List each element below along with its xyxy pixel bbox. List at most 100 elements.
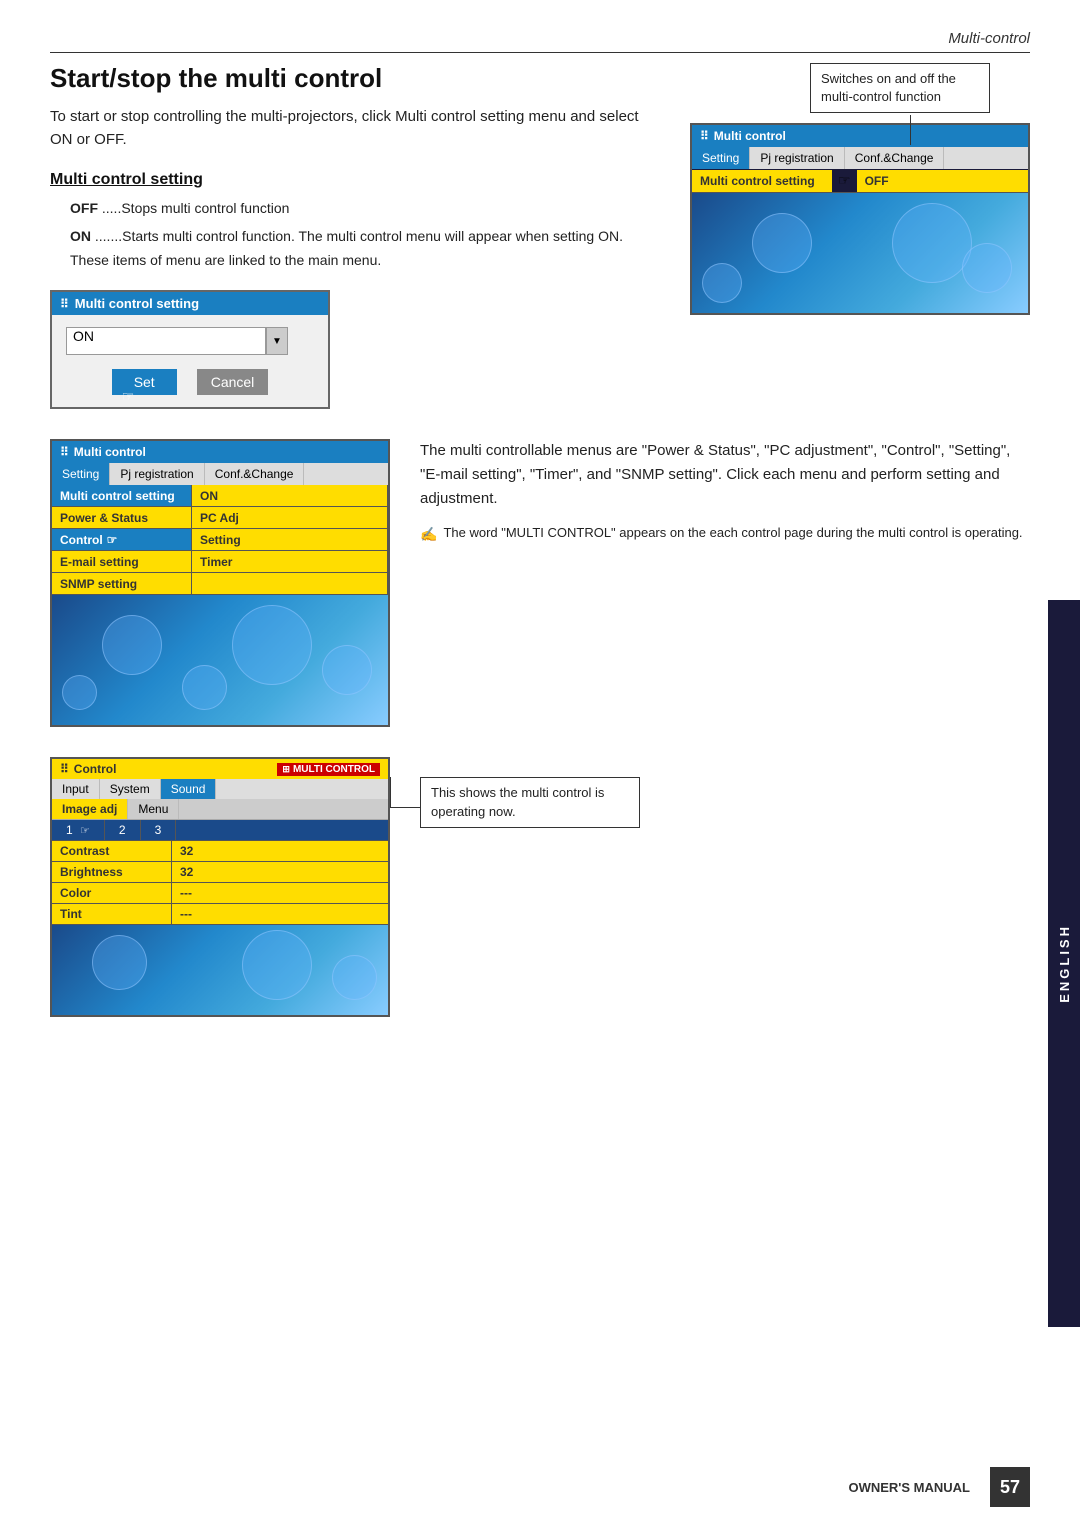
mc-full-title: ⠿ Multi control bbox=[52, 441, 388, 463]
page-number: 57 bbox=[990, 1467, 1030, 1507]
dialog-buttons: Set ☞ Cancel bbox=[66, 369, 314, 395]
mc-cell-label-2: Control ☞ bbox=[52, 529, 192, 551]
owners-manual-label: OWNER'S MANUAL bbox=[848, 1480, 970, 1495]
bubble4 bbox=[702, 263, 742, 303]
bubble1 bbox=[752, 213, 812, 273]
subsection-title: Multi control setting bbox=[50, 171, 660, 189]
dialog-icon: ⠿ bbox=[60, 297, 69, 311]
mc-row-setting: Multi control setting ☞ OFF bbox=[692, 169, 1028, 193]
callout-line bbox=[910, 115, 911, 145]
middle-right: The multi controllable menus are "Power … bbox=[420, 439, 1030, 727]
callout-h-line bbox=[390, 807, 420, 808]
page-header-title: Multi-control bbox=[948, 30, 1030, 47]
bottom-callout-box: This shows the multi control is operatin… bbox=[420, 777, 640, 827]
bottom-callout-area: This shows the multi control is operatin… bbox=[420, 777, 1030, 827]
ctrl-data-row-2: Color --- bbox=[52, 883, 388, 904]
ctrl-title-text: Control bbox=[74, 762, 117, 776]
bottom-section: ⠿ Control ⊞ MULTI CONTROL Input System S… bbox=[50, 757, 1030, 1017]
ctrl-data-row-1: Brightness 32 bbox=[52, 862, 388, 883]
text-list: OFF .....Stops multi control function ON… bbox=[70, 197, 660, 272]
mc-screenshot-bg bbox=[692, 193, 1028, 313]
on-label: ON bbox=[70, 228, 91, 244]
cancel-button[interactable]: Cancel bbox=[197, 369, 269, 395]
mc-full-icon: ⠿ bbox=[60, 445, 69, 459]
ctrl-icon: ⠿ bbox=[60, 762, 69, 776]
section2-note: ✍ The word "MULTI CONTROL" appears on th… bbox=[420, 523, 1030, 545]
mc-full-row-2: Control ☞ Setting bbox=[52, 529, 388, 551]
cancel-button-label: Cancel bbox=[211, 374, 255, 390]
set-button[interactable]: Set ☞ bbox=[112, 369, 177, 395]
sidebar-english: ENGLISH bbox=[1048, 600, 1080, 1327]
page-footer: OWNER'S MANUAL 57 bbox=[848, 1467, 1030, 1507]
top-section: Start/stop the multi control To start or… bbox=[50, 63, 1030, 409]
mc-full-bg bbox=[52, 595, 388, 725]
bubble3 bbox=[962, 243, 1012, 293]
mc-full-row-0: Multi control setting ON bbox=[52, 485, 388, 507]
mc-cell-value-1: PC Adj bbox=[192, 507, 388, 529]
dialog-select-row: ON ▼ bbox=[66, 327, 314, 355]
mc-full-row-4: SNMP setting bbox=[52, 573, 388, 595]
mc-cell-label-1: Power & Status bbox=[52, 507, 192, 529]
ctrl-label-color: Color bbox=[52, 883, 172, 903]
mc-tab-setting[interactable]: Setting bbox=[692, 147, 750, 169]
dialog-select[interactable]: ON bbox=[66, 327, 266, 355]
bottom-callout-text: This shows the multi control is operatin… bbox=[431, 785, 604, 818]
mc-row-label: Multi control setting bbox=[692, 170, 832, 192]
ctrl-value-brightness: 32 bbox=[172, 862, 388, 882]
mc-tab-pj[interactable]: Pj registration bbox=[750, 147, 844, 169]
ctrl-tab-3[interactable]: 3 bbox=[141, 820, 177, 840]
bottom-left: ⠿ Control ⊞ MULTI CONTROL Input System S… bbox=[50, 757, 390, 1017]
ctrl-value-color: --- bbox=[172, 883, 388, 903]
mc-cell-value-2: Setting bbox=[192, 529, 388, 551]
mc-icon: ⠿ bbox=[700, 129, 709, 143]
ctrl-submenu-row: Image adj Menu bbox=[52, 799, 388, 820]
mc-tab-conf[interactable]: Conf.&Change bbox=[845, 147, 945, 169]
ctrl-nav-sound[interactable]: Sound bbox=[161, 779, 217, 799]
note-content: The word "MULTI CONTROL" appears on the … bbox=[443, 523, 1022, 545]
section-intro: To start or stop controlling the multi-p… bbox=[50, 106, 660, 151]
mc-full-tab-conf[interactable]: Conf.&Change bbox=[205, 463, 305, 485]
ctrl-bubble1 bbox=[92, 935, 147, 990]
ctrl-label-contrast: Contrast bbox=[52, 841, 172, 861]
sidebar-label: ENGLISH bbox=[1057, 924, 1072, 1003]
ctrl-value-contrast: 32 bbox=[172, 841, 388, 861]
ctrl-nav-row: Input System Sound bbox=[52, 779, 388, 799]
ctrl-nav-input[interactable]: Input bbox=[52, 779, 100, 799]
badge-icon: ⊞ bbox=[282, 764, 290, 775]
dialog-setting: ⠿ Multi control setting ON ▼ Set ☞ bbox=[50, 290, 330, 409]
mc-panel-top: ⠿ Multi control Setting Pj registration … bbox=[690, 123, 1030, 315]
badge-text: MULTI CONTROL bbox=[293, 764, 375, 775]
ctrl-data-row-3: Tint --- bbox=[52, 904, 388, 925]
dialog-body: ON ▼ Set ☞ Cancel bbox=[52, 315, 328, 407]
ctrl-bubble2 bbox=[242, 930, 312, 1000]
mc-full-tab-pj[interactable]: Pj registration bbox=[110, 463, 204, 485]
mc-panel-full: ⠿ Multi control Setting Pj registration … bbox=[50, 439, 390, 727]
ctrl-sub-imageadj[interactable]: Image adj bbox=[52, 799, 128, 819]
ctrl-tab-1[interactable]: 1 ☞ bbox=[52, 820, 105, 840]
callout-box: Switches on and off the multi-control fu… bbox=[810, 63, 990, 113]
section2-text: The multi controllable menus are "Power … bbox=[420, 439, 1030, 511]
page-container: Multi-control Start/stop the multi contr… bbox=[0, 0, 1080, 1527]
ctrl-tab-2[interactable]: 2 bbox=[105, 820, 141, 840]
off-label: OFF bbox=[70, 200, 98, 216]
ctrl-bubble3 bbox=[332, 955, 377, 1000]
callout-area: Switches on and off the multi-control fu… bbox=[690, 63, 1030, 113]
dialog-select-arrow[interactable]: ▼ bbox=[266, 327, 288, 355]
ctrl-title-bar: ⠿ Control ⊞ MULTI CONTROL bbox=[52, 759, 388, 779]
mc-row-value: OFF bbox=[857, 170, 1028, 192]
mc-cell-value-4 bbox=[192, 573, 388, 595]
mc-full-bubble2 bbox=[232, 605, 312, 685]
mc-tabs: Setting Pj registration Conf.&Change bbox=[692, 147, 1028, 169]
ctrl-nav-system[interactable]: System bbox=[100, 779, 161, 799]
bottom-right: This shows the multi control is operatin… bbox=[420, 757, 1030, 1017]
ctrl-tab-row: 1 ☞ 2 3 bbox=[52, 820, 388, 841]
callout-text: Switches on and off the multi-control fu… bbox=[821, 71, 956, 104]
mc-full-tab-setting[interactable]: Setting bbox=[52, 463, 110, 485]
dialog-title: Multi control setting bbox=[75, 296, 199, 311]
mc-full-tabs: Setting Pj registration Conf.&Change bbox=[52, 463, 388, 485]
middle-section: ⠿ Multi control Setting Pj registration … bbox=[50, 439, 1030, 727]
mc-cell-label-0: Multi control setting bbox=[52, 485, 192, 507]
mc-cursor-area: ☞ bbox=[832, 169, 857, 192]
ctrl-sub-menu[interactable]: Menu bbox=[128, 799, 179, 819]
multi-control-badge: ⊞ MULTI CONTROL bbox=[277, 763, 380, 776]
